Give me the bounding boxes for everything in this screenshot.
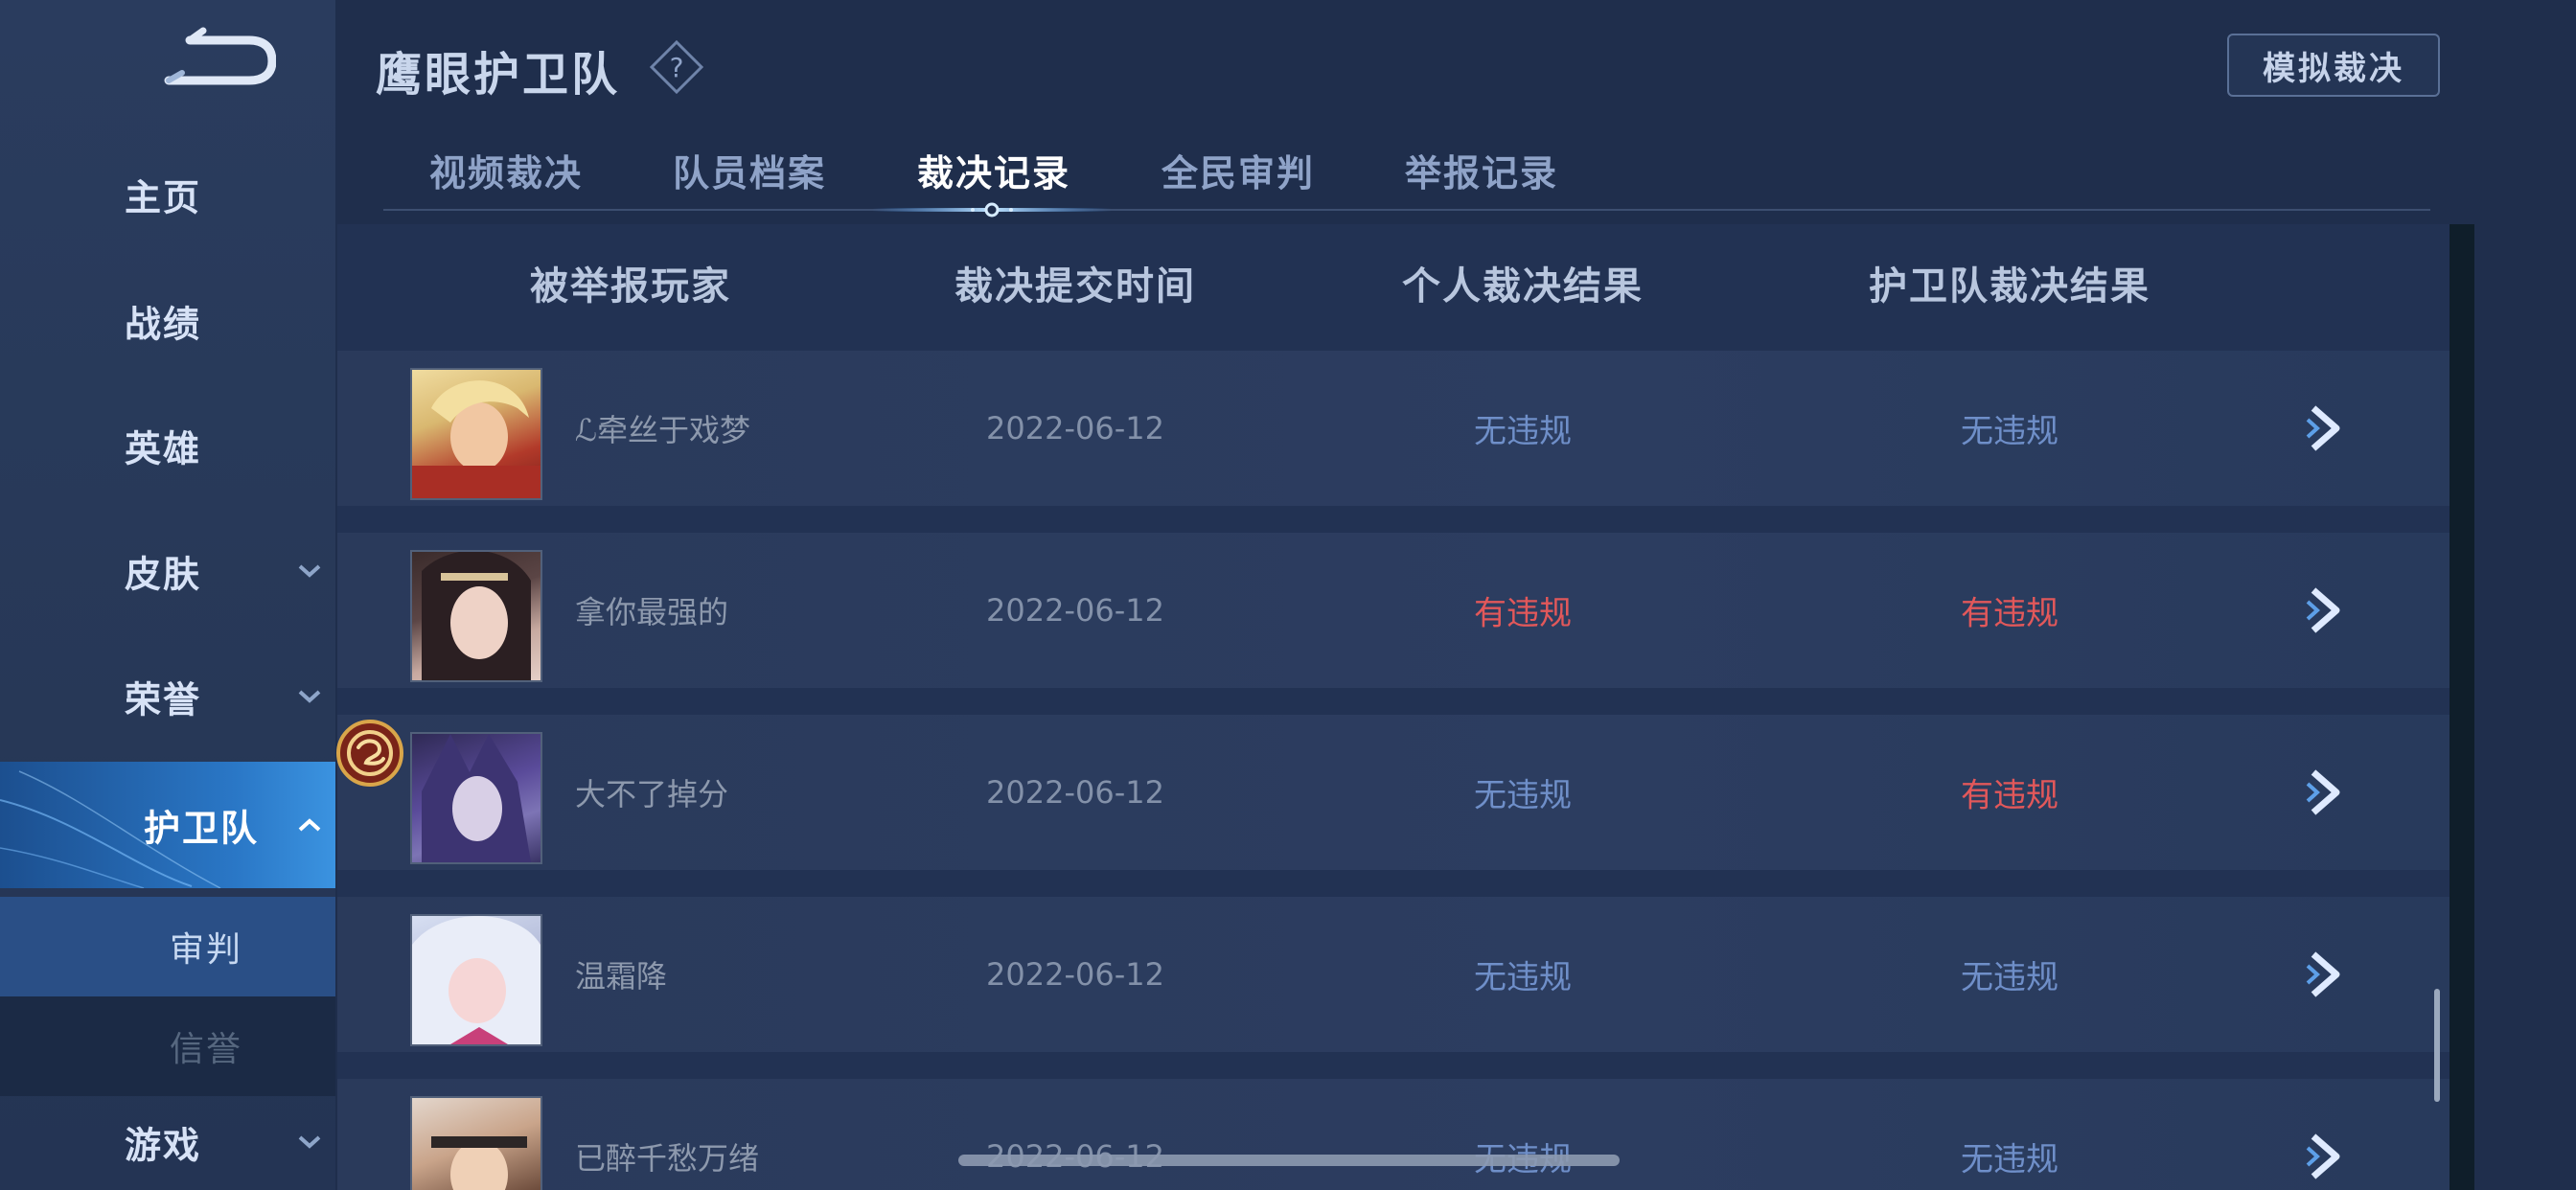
- sidebar-subitem-label: 审判: [169, 930, 243, 970]
- player-name: 拿你最强的: [575, 594, 729, 630]
- player-avatar[interactable]: [410, 368, 542, 500]
- horizontal-scrollbar[interactable]: [958, 1155, 1620, 1166]
- player-name: ℒ牵丝于戏梦: [575, 412, 751, 448]
- vertical-scroll-track: [2450, 224, 2474, 1190]
- sidebar-item-heroes[interactable]: 英雄: [0, 393, 335, 498]
- help-icon[interactable]: ?: [648, 38, 705, 96]
- player-name: 已醉千愁万绪: [575, 1140, 760, 1177]
- submit-date: 2022-06-12: [986, 592, 1164, 629]
- sidebar-item-label: 主页: [124, 176, 202, 219]
- chevron-up-icon: [298, 818, 321, 832]
- player-avatar[interactable]: [410, 732, 542, 864]
- personal-result: 无违规: [1474, 412, 1572, 451]
- personal-result: 无违规: [1474, 958, 1572, 997]
- sidebar-subitem-label: 信誉: [169, 1030, 243, 1069]
- verdict-table[interactable]: 被举报玩家 裁决提交时间 个人裁决结果 护卫队裁决结果 ℒ牵丝于戏梦 2022-…: [337, 224, 2450, 1190]
- team-result: 无违规: [1961, 412, 2058, 451]
- table-row[interactable]: 拿你最强的 2022-06-12 有违规 有违规: [337, 533, 2450, 688]
- arrow-right-icon[interactable]: [2304, 949, 2348, 1000]
- player-name: 温霜降: [575, 958, 668, 995]
- table-row[interactable]: 大不了掉分 2022-06-12 无违规 有违规: [337, 715, 2450, 870]
- chevron-down-icon: [298, 690, 321, 703]
- tab-divider: [383, 209, 2430, 211]
- sidebar-item-label: 英雄: [124, 427, 202, 470]
- player-avatar[interactable]: [410, 550, 542, 682]
- column-header-team-result: 护卫队裁决结果: [1869, 264, 2150, 309]
- player-avatar[interactable]: [410, 914, 542, 1046]
- sidebar: 主页 战绩 英雄 皮肤 荣誉 护卫队 审判 信誉 游戏: [0, 0, 335, 1190]
- player-avatar[interactable]: [410, 1096, 542, 1190]
- tab-public-trial[interactable]: 全民审判: [1162, 144, 1315, 201]
- sidebar-item-records[interactable]: 战绩: [0, 268, 335, 374]
- tab-report-records[interactable]: 举报记录: [1405, 144, 1558, 201]
- column-header-personal-result: 个人裁决结果: [1402, 264, 1644, 309]
- sidebar-item-label: 战绩: [124, 303, 202, 346]
- sidebar-item-home[interactable]: 主页: [0, 142, 335, 247]
- svg-text:?: ?: [670, 52, 684, 83]
- player-name: 大不了掉分: [575, 776, 729, 812]
- sidebar-subitem-credit[interactable]: 信誉: [0, 996, 335, 1096]
- personal-result: 有违规: [1474, 594, 1572, 633]
- team-result: 无违规: [1961, 958, 2058, 997]
- chevron-down-icon: [298, 564, 321, 578]
- column-header-time: 裁决提交时间: [954, 264, 1196, 309]
- submit-date: 2022-06-12: [986, 410, 1164, 446]
- table-row[interactable]: 温霜降 2022-06-12 无违规 无违规: [337, 897, 2450, 1052]
- chevron-down-icon: [298, 1135, 321, 1149]
- active-tab-indicator: [872, 202, 1112, 217]
- team-result: 有违规: [1961, 776, 2058, 815]
- sidebar-item-label: 游戏: [124, 1124, 202, 1167]
- sidebar-subitem-judge[interactable]: 审判: [0, 897, 335, 996]
- sidebar-item-skins[interactable]: 皮肤: [0, 518, 335, 624]
- page-title: 鹰眼护卫队: [376, 48, 621, 102]
- sidebar-item-game[interactable]: 游戏: [0, 1094, 335, 1190]
- table-row[interactable]: 已醉千愁万绪 2022-06-12 无违规 无违规: [337, 1079, 2450, 1190]
- column-header-player: 被举报玩家: [530, 264, 731, 309]
- sidebar-item-label: 荣誉: [124, 678, 202, 721]
- arrow-right-icon[interactable]: [2304, 584, 2348, 636]
- team-result: 无违规: [1961, 1140, 2058, 1179]
- submit-date: 2022-06-12: [986, 956, 1164, 993]
- simulate-verdict-button[interactable]: 模拟裁决: [2227, 34, 2440, 97]
- submit-date: 2022-06-12: [986, 774, 1164, 811]
- sidebar-item-guard[interactable]: 护卫队: [0, 762, 335, 888]
- team-result: 有违规: [1961, 594, 2058, 633]
- back-icon[interactable]: [161, 27, 276, 94]
- tab-video-verdict[interactable]: 视频裁决: [429, 144, 583, 201]
- vertical-scrollbar[interactable]: [2434, 989, 2440, 1102]
- tab-verdict-records[interactable]: 裁决记录: [917, 144, 1070, 201]
- personal-result: 无违规: [1474, 776, 1572, 815]
- badge-icon: [336, 720, 403, 787]
- sidebar-item-label: 护卫队: [143, 807, 260, 850]
- sidebar-item-honor[interactable]: 荣誉: [0, 644, 335, 749]
- sidebar-item-label: 皮肤: [124, 553, 202, 596]
- arrow-right-icon[interactable]: [2304, 767, 2348, 818]
- arrow-right-icon[interactable]: [2304, 402, 2348, 454]
- tab-member-profile[interactable]: 队员档案: [673, 144, 826, 201]
- arrow-right-icon[interactable]: [2304, 1131, 2348, 1182]
- table-row[interactable]: ℒ牵丝于戏梦 2022-06-12 无违规 无违规: [337, 351, 2450, 506]
